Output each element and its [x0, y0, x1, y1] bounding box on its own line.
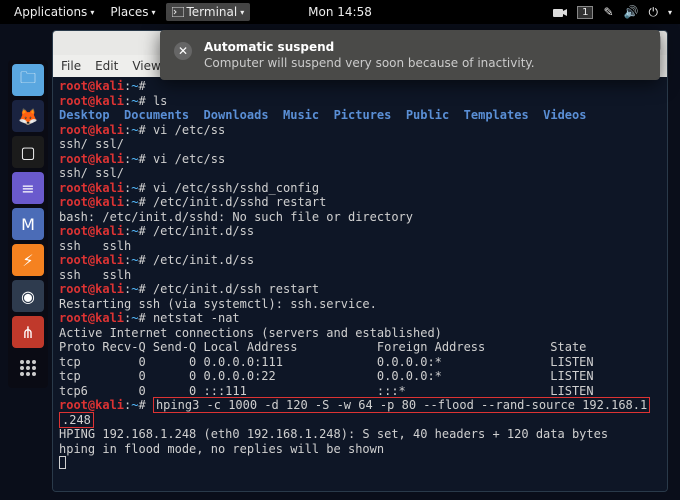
burp-icon[interactable]: ⚡ — [12, 244, 44, 276]
wireshark-icon[interactable]: ◉ — [12, 280, 44, 312]
dock: 🗀 🦊 ▢ ≡ M ⚡ ◉ ⋔ — [8, 60, 48, 388]
top-panel-right: 1 ✎ 🔊 ⏻ ▾ — [553, 5, 672, 20]
notification-title: Automatic suspend — [204, 40, 535, 54]
chevron-down-icon: ▾ — [240, 8, 244, 17]
volume-icon[interactable]: 🔊 — [624, 5, 639, 19]
metasploit-icon[interactable]: M — [12, 208, 44, 240]
top-panel-left: Applications ▾ Places ▾ Terminal ▾ — [8, 3, 250, 21]
firefox-icon[interactable]: 🦊 — [12, 100, 44, 132]
terminal-glyph-icon — [172, 7, 184, 17]
terminal-menu-label: Terminal — [187, 5, 238, 19]
workspace-indicator[interactable]: 1 — [577, 6, 593, 19]
terminal-body[interactable]: root@kali:~# root@kali:~# lsDesktop Docu… — [53, 77, 667, 491]
highlighted-command: hping3 -c 1000 -d 120 -S -w 64 -p 80 --f… — [153, 397, 650, 413]
screenshot-icon[interactable]: ✎ — [603, 5, 613, 19]
notification[interactable]: ✕ Automatic suspend Computer will suspen… — [160, 30, 660, 80]
terminal-window: – □ × FileEditView root@kali:~# root@kal… — [52, 30, 668, 492]
menu-edit[interactable]: Edit — [95, 59, 118, 73]
chevron-down-icon: ▾ — [90, 8, 94, 17]
chevron-down-icon: ▾ — [151, 8, 155, 17]
clock[interactable]: Mon 14:58 — [308, 5, 372, 19]
places-label: Places — [110, 5, 148, 19]
text-editor-icon[interactable]: ≡ — [12, 172, 44, 204]
activities-icon[interactable] — [12, 352, 44, 384]
applications-menu[interactable]: Applications ▾ — [8, 3, 100, 21]
files-icon[interactable]: 🗀 — [12, 64, 44, 96]
places-menu[interactable]: Places ▾ — [104, 3, 161, 21]
notification-text: Automatic suspend Computer will suspend … — [204, 40, 535, 70]
chevron-down-icon: ▾ — [668, 8, 672, 17]
top-panel: Applications ▾ Places ▾ Terminal ▾ Mon 1… — [0, 0, 680, 24]
notification-message: Computer will suspend very soon because … — [204, 56, 535, 70]
menu-file[interactable]: File — [61, 59, 81, 73]
maltego-icon[interactable]: ⋔ — [12, 316, 44, 348]
power-icon[interactable]: ⏻ — [648, 5, 658, 20]
menu-view[interactable]: View — [132, 59, 160, 73]
cancel-icon: ✕ — [174, 42, 192, 60]
highlighted-command-wrap: .248 — [59, 412, 94, 428]
applications-label: Applications — [14, 5, 87, 19]
camera-icon[interactable] — [553, 7, 567, 18]
terminal-icon[interactable]: ▢ — [12, 136, 44, 168]
apps-grid-icon — [20, 360, 36, 376]
terminal-menu[interactable]: Terminal ▾ — [166, 3, 251, 21]
terminal-cursor — [59, 456, 66, 469]
